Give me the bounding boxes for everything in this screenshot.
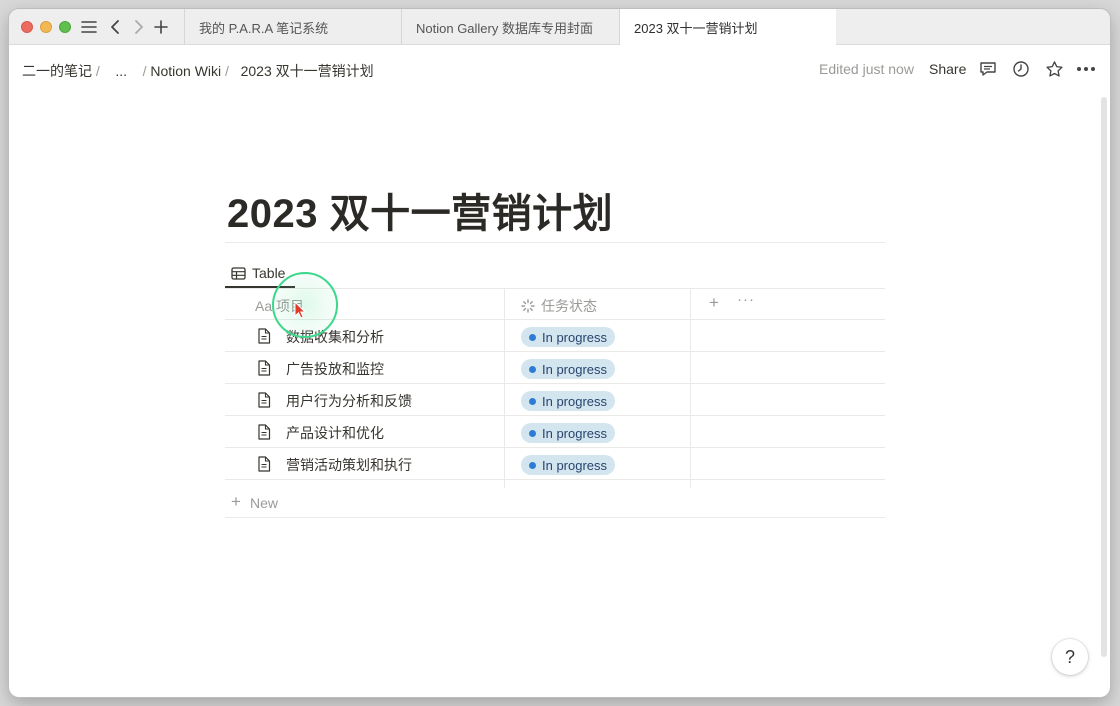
row-status-cell[interactable]: In progress [513, 352, 699, 384]
zoom-window-button[interactable] [59, 21, 71, 33]
status-label: In progress [542, 329, 608, 345]
page-document-icon [258, 328, 271, 344]
plus-icon: + [231, 492, 241, 511]
edited-status: Edited just now [819, 61, 914, 77]
table-row[interactable]: 营销活动策划和执行 In progress [225, 448, 885, 480]
close-window-button[interactable] [21, 21, 33, 33]
table-row[interactable]: 广告投放和监控 In progress [225, 352, 885, 384]
scrollbar[interactable] [1101, 97, 1107, 657]
page-title[interactable]: 2023 双十一营销计划 [227, 181, 613, 239]
share-button[interactable]: Share [929, 61, 966, 77]
new-row-label: New [250, 495, 279, 511]
status-badge: In progress [521, 359, 616, 379]
tab-bar: 我的 P.A.R.A 笔记系统 Notion Gallery 数据库专用封面 2… [9, 9, 1110, 45]
status-dot [529, 461, 536, 469]
favorite-star-icon[interactable] [1043, 58, 1065, 80]
tab-label: Notion Gallery 数据库专用封面 [416, 20, 593, 36]
table-row[interactable]: 用户行为分析和反馈 In progress [225, 384, 885, 416]
breadcrumb-separator: / [95, 63, 100, 79]
breadcrumb: 二一的笔记 / ... / Notion Wiki / 2023 双十一营销计划 [22, 61, 374, 81]
status-label: In progress [542, 457, 608, 473]
column-divider[interactable] [504, 288, 505, 488]
tab-label: 我的 P.A.R.A 笔记系统 [199, 20, 329, 36]
add-new-row-button[interactable]: + New [225, 488, 885, 518]
breadcrumb-item-current[interactable]: 2023 双十一营销计划 [241, 63, 374, 79]
column-more-icon[interactable]: ··· [737, 291, 755, 308]
text-type-icon: Aa [255, 298, 273, 314]
breadcrumb-item-wiki[interactable]: Notion Wiki [150, 63, 221, 79]
minimize-window-button[interactable] [40, 21, 52, 33]
column-header-status[interactable]: 任务状态 [521, 296, 597, 316]
breadcrumb-separator: / [225, 63, 229, 79]
history-clock-icon[interactable] [1010, 58, 1032, 80]
tab-label: 2023 双十一营销计划 [634, 20, 758, 36]
menu-icon[interactable] [79, 17, 99, 37]
table-row[interactable]: 产品设计和优化 In progress [225, 416, 885, 448]
mouse-cursor-icon [294, 301, 306, 319]
table-icon [231, 266, 246, 280]
new-tab-plus-icon[interactable] [151, 17, 171, 37]
add-column-plus-icon[interactable]: + [709, 293, 719, 313]
view-tab-table[interactable]: Table [231, 259, 285, 287]
column-divider[interactable] [690, 288, 691, 488]
row-status-cell[interactable]: In progress [513, 416, 699, 448]
breadcrumb-separator: / [142, 63, 147, 79]
forward-arrow-icon[interactable] [129, 17, 149, 37]
status-dot [529, 429, 536, 437]
page-document-icon [258, 456, 271, 472]
row-status-cell[interactable]: In progress [513, 448, 699, 480]
status-label: In progress [542, 361, 608, 377]
page-topbar: 二一的笔记 / ... / Notion Wiki / 2023 双十一营销计划… [9, 45, 1110, 93]
status-badge: In progress [521, 391, 616, 411]
title-divider [225, 242, 885, 243]
row-name[interactable]: 广告投放和监控 [286, 359, 384, 379]
breadcrumb-item-workspace[interactable]: 二一的笔记 [22, 63, 92, 79]
status-badge: In progress [521, 327, 616, 347]
status-badge: In progress [521, 423, 616, 443]
browser-window: 我的 P.A.R.A 笔记系统 Notion Gallery 数据库专用封面 2… [9, 9, 1110, 697]
column-header-label: 任务状态 [541, 298, 597, 314]
status-dot [529, 397, 536, 405]
comment-icon[interactable] [977, 58, 999, 80]
tab-gallery-covers[interactable]: Notion Gallery 数据库专用封面 [401, 9, 618, 45]
status-dot [529, 365, 536, 373]
status-dot [529, 333, 536, 341]
view-tab-label: Table [252, 265, 286, 281]
page-document-icon [258, 392, 271, 408]
back-arrow-icon[interactable] [105, 17, 125, 37]
status-badge: In progress [521, 455, 616, 475]
help-button[interactable]: ? [1052, 639, 1088, 675]
row-name[interactable]: 产品设计和优化 [286, 423, 384, 443]
tab-marketing-plan[interactable]: 2023 双十一营销计划 [619, 9, 836, 45]
more-options-icon[interactable] [1075, 58, 1097, 80]
breadcrumb-item-ellipsis[interactable]: ... [115, 63, 127, 79]
page-document-icon [258, 424, 271, 440]
help-label: ? [1064, 646, 1075, 667]
status-label: In progress [542, 393, 608, 409]
row-name[interactable]: 营销活动策划和执行 [286, 455, 412, 475]
status-label: In progress [542, 425, 608, 441]
page-document-icon [258, 360, 271, 376]
row-status-cell[interactable]: In progress [513, 320, 699, 352]
row-status-cell[interactable]: In progress [513, 384, 699, 416]
tab-para[interactable]: 我的 P.A.R.A 笔记系统 [184, 9, 400, 45]
row-name[interactable]: 用户行为分析和反馈 [286, 391, 412, 411]
status-loading-icon [521, 299, 535, 313]
